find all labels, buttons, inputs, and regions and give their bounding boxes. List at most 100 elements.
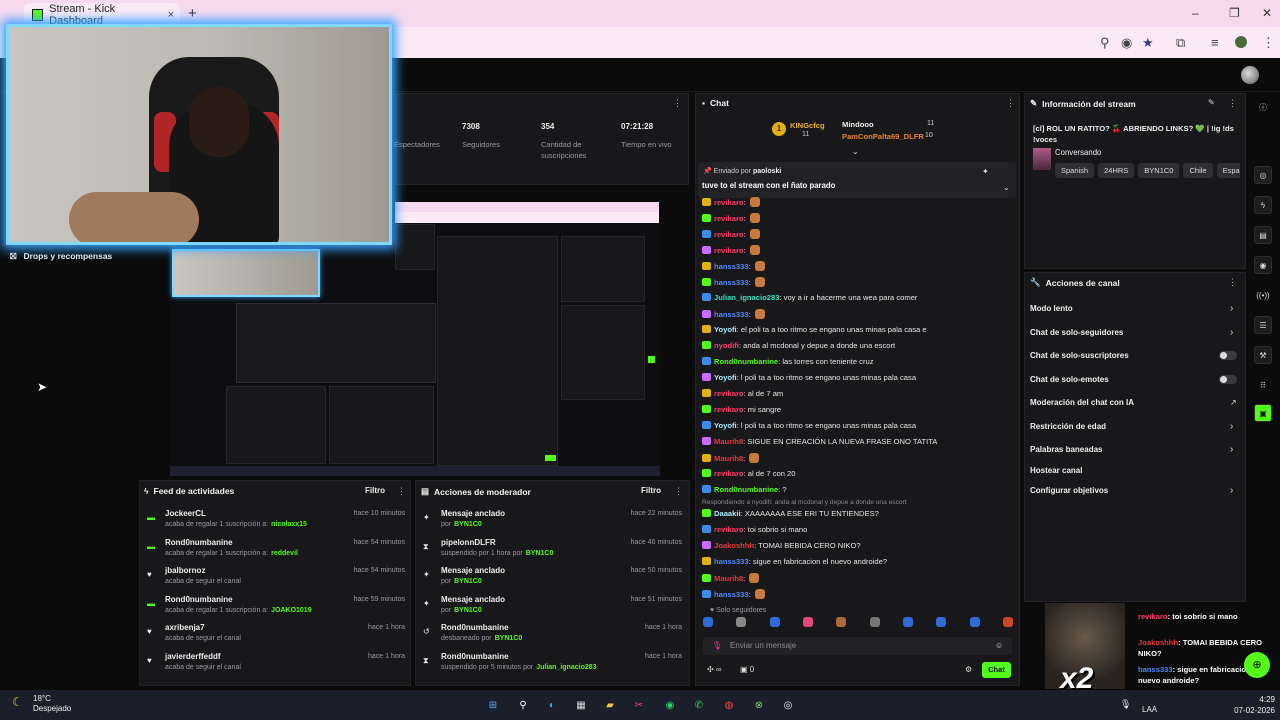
chat-username[interactable]: Yoyofi	[714, 421, 737, 430]
event-name[interactable]: Rond0numbanine	[165, 595, 233, 604]
info-icon[interactable]: ⓘ	[1254, 98, 1272, 116]
rail-btn-a-icon[interactable]: ◎	[1254, 166, 1272, 184]
profile-icon[interactable]	[1235, 36, 1247, 48]
chevron-right-icon[interactable]: ›	[1230, 444, 1233, 455]
event-name[interactable]: JockeerCL	[165, 509, 206, 518]
chat-username[interactable]: hanss333	[714, 262, 749, 271]
chat-username[interactable]: nyodifi	[714, 341, 739, 350]
chevron-right-icon[interactable]: ›	[1230, 303, 1233, 314]
external-link-icon[interactable]: ↗	[1230, 398, 1237, 407]
rail-btn-tool-icon[interactable]: ⚒	[1254, 346, 1272, 364]
event-name[interactable]: Rond0numbanine	[441, 652, 509, 661]
chat-username[interactable]: Rond0numbanine	[714, 357, 778, 366]
channel-action-item[interactable]: Moderación del chat con IA	[1030, 398, 1134, 407]
emote-bar[interactable]	[703, 617, 1013, 633]
stats-menu-icon[interactable]: ⋮	[673, 98, 682, 109]
mic-tray-icon[interactable]: 🎙	[1120, 699, 1131, 710]
toggle-switch[interactable]	[1219, 351, 1237, 360]
event-name[interactable]: axribenja7	[165, 623, 205, 632]
whatsapp-icon[interactable]: ✆	[690, 696, 708, 714]
chat-username[interactable]: revikaro	[714, 246, 744, 255]
channel-action-item[interactable]: Chat de solo-emotes	[1030, 375, 1109, 384]
channel-action-item[interactable]: Modo lento	[1030, 304, 1073, 313]
chat-username[interactable]: Maurih8	[714, 437, 743, 446]
event-target[interactable]: BYN1C0	[454, 578, 482, 585]
sidebar-item-drops[interactable]: ⛝ Drops y recompensas	[10, 251, 112, 262]
chat-username[interactable]: revikaro	[714, 198, 744, 207]
chevron-right-icon[interactable]: ›	[1230, 327, 1233, 338]
top-gifter-1[interactable]: KINGcfcg	[790, 121, 825, 130]
xbox-icon[interactable]: ⊗	[750, 696, 768, 714]
channel-action-item[interactable]: Chat de solo-seguidores	[1030, 328, 1123, 337]
extensions-icon[interactable]: ⧉	[1176, 35, 1185, 51]
channel-action-item[interactable]: Palabras baneadas	[1030, 445, 1102, 454]
toggle-switch[interactable]	[1219, 375, 1237, 384]
channel-action-item[interactable]: Restricción de edad	[1030, 422, 1106, 431]
event-name[interactable]: javierderffeddf	[165, 652, 221, 661]
rail-btn-flash-icon[interactable]: ϟ	[1254, 196, 1272, 214]
event-target[interactable]: JOAKO1019	[271, 607, 311, 614]
event-target[interactable]: reddevil	[271, 550, 298, 557]
mic-icon[interactable]: 🎙	[712, 641, 722, 650]
mod-menu-icon[interactable]: ⋮	[674, 486, 683, 497]
chat-username[interactable]: hanss333	[714, 310, 749, 319]
start-icon[interactable]: ⊞	[484, 696, 502, 714]
points-icon[interactable]: ✣ ∞	[707, 665, 722, 674]
eye-off-icon[interactable]: ◉	[1121, 35, 1132, 51]
event-name[interactable]: Rond0numbanine	[441, 623, 509, 632]
maximize-icon[interactable]: ❐	[1229, 6, 1240, 20]
chat-username[interactable]: revikaro	[714, 405, 744, 414]
edit-info-icon[interactable]: ✎	[1208, 98, 1215, 107]
chat-username[interactable]: Julian_ignacio283	[714, 293, 779, 302]
event-target[interactable]: BYN1C0	[495, 635, 523, 642]
event-name[interactable]: pipelonnDLFR	[441, 538, 496, 547]
avatar[interactable]	[1241, 66, 1259, 84]
chat-username[interactable]: revikaro	[714, 469, 744, 478]
chevron-right-icon[interactable]: ›	[1230, 485, 1233, 496]
language-indicator[interactable]: LAA	[1142, 705, 1157, 714]
event-target[interactable]: nicolaxx15	[271, 521, 307, 528]
close-window-icon[interactable]: ✕	[1262, 6, 1272, 20]
zoom-icon[interactable]: ⚲	[1100, 35, 1110, 51]
rail-btn-list-icon[interactable]: ☰	[1254, 316, 1272, 334]
channel-action-item[interactable]: Configurar objetivos	[1030, 486, 1108, 495]
rail-btn-share-icon[interactable]: ⠿	[1254, 376, 1272, 394]
clock[interactable]: 4:29 07-02-2026	[1225, 694, 1275, 716]
store-icon[interactable]: ▦	[572, 696, 590, 714]
chat-menu-icon[interactable]: ⋮	[1006, 98, 1015, 109]
emoji-icon[interactable]: ☺	[995, 641, 1003, 650]
feed-filter-button[interactable]: Filtro	[365, 486, 385, 495]
chat-username[interactable]: Maurih8	[714, 454, 743, 463]
snip-icon[interactable]: ✂	[630, 696, 648, 714]
mod-filter-button[interactable]: Filtro	[641, 486, 661, 495]
category-name[interactable]: Conversando	[1055, 148, 1101, 157]
app-icon[interactable]: ◎	[779, 696, 797, 714]
channel-action-item[interactable]: Chat de solo-suscriptores	[1030, 351, 1129, 360]
chat-username[interactable]: hanss333	[714, 278, 749, 287]
chevron-right-icon[interactable]: ›	[1230, 421, 1233, 432]
rail-btn-broadcast-icon[interactable]: ((•))	[1254, 286, 1272, 304]
menu-icon[interactable]: ⋮	[1262, 35, 1275, 51]
minimize-icon[interactable]: –	[1192, 6, 1199, 20]
chat-username[interactable]: hanss333	[714, 590, 749, 599]
chat-username[interactable]: Daaakii	[714, 509, 741, 518]
collapse-pinned-icon[interactable]: ⌄	[1003, 183, 1010, 192]
reply-reference[interactable]: Respondiendo a nyodifi: anda al mcdonal …	[702, 499, 907, 506]
new-tab-button[interactable]: +	[188, 5, 197, 22]
event-name[interactable]: Rond0numbanine	[165, 538, 233, 547]
bookmark-star-icon[interactable]: ★	[1142, 35, 1154, 51]
explorer-icon[interactable]: ▰	[601, 696, 619, 714]
chat-username[interactable]: Maurih8	[714, 574, 743, 583]
event-target[interactable]: BYN1C0	[454, 521, 482, 528]
event-name[interactable]: Mensaje anclado	[441, 566, 505, 575]
chat-username[interactable]: Rond0numbanine	[714, 485, 778, 494]
close-tab-icon[interactable]: ×	[168, 9, 174, 21]
chat-username[interactable]: Yoyofi	[714, 373, 737, 382]
rail-btn-green-icon[interactable]: ▣	[1254, 404, 1272, 422]
spotify-icon[interactable]: ◉	[661, 696, 679, 714]
top-gifter-3[interactable]: PamConPalta69_DLFR	[842, 132, 924, 141]
event-target[interactable]: BYN1C0	[526, 550, 554, 557]
search-icon[interactable]: ⚲	[514, 696, 532, 714]
weather-widget[interactable]: 18°C Despejado	[33, 694, 71, 714]
actions-menu-icon[interactable]: ⋮	[1228, 277, 1237, 288]
